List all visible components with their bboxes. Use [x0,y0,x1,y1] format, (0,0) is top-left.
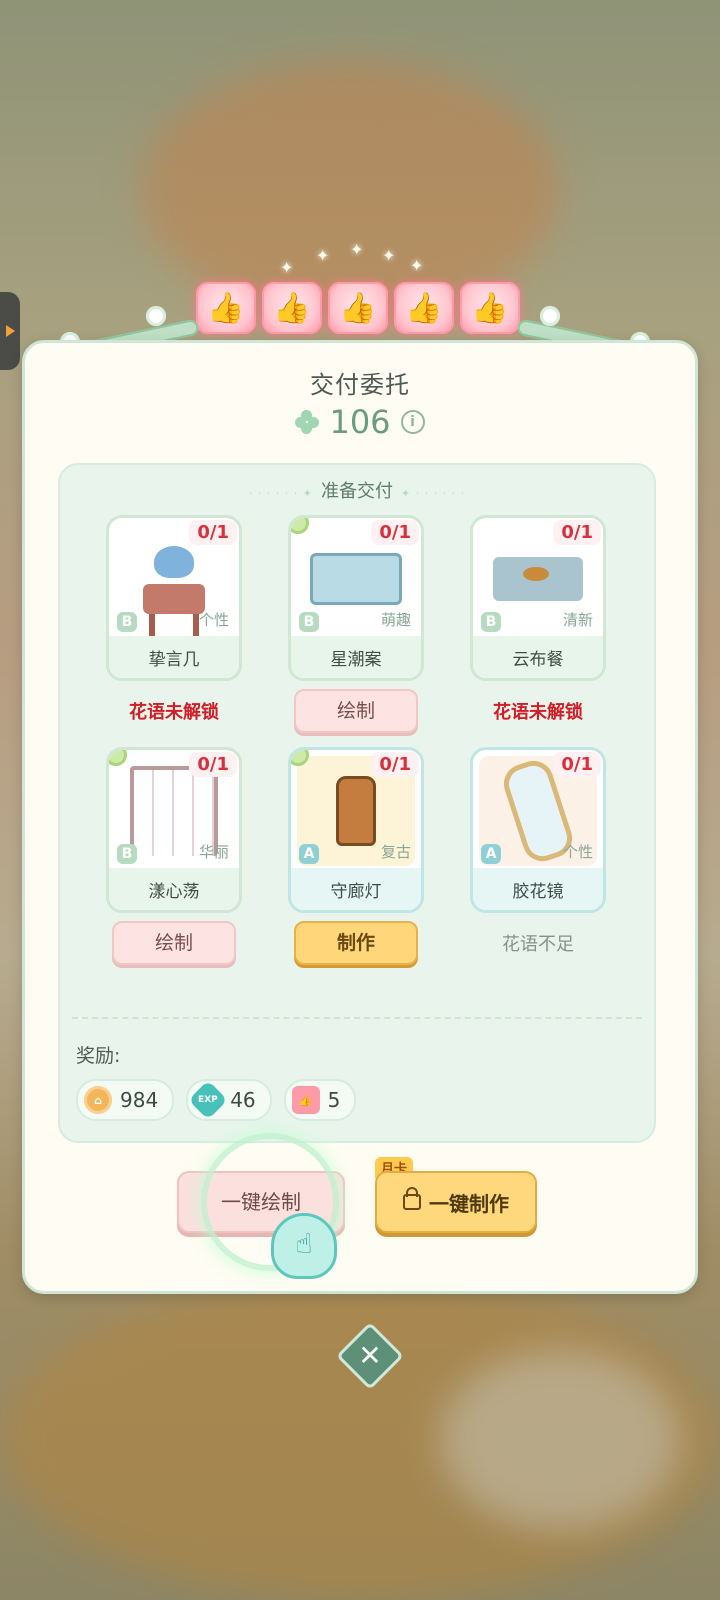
thumb-up-icon: 👍 [328,282,388,334]
score-value: 106 [329,403,391,441]
item-card[interactable]: 0/1 A 个性 胶花镜 [470,747,606,913]
thumb-up-icon: 👍 [262,282,322,334]
delivery-section: 准备交付 0/1 B 个性 挚言几 花语未解锁 0 [58,463,656,1143]
reward-exp: EXP 46 [186,1079,272,1121]
style-tag: 个性 [562,843,593,861]
reward-like: 👍 5 [283,1079,357,1121]
reward-coin: ⌂ 984 [76,1079,175,1121]
item-name: 挚言几 [148,650,200,670]
style-tag: 个性 [198,611,229,629]
item-name: 星潮案 [330,650,382,670]
thumb-up-icon: 👍 [460,282,520,334]
pointing-hand-icon: ☝ [271,1213,337,1279]
arrow-right-icon [5,325,15,337]
draw-button[interactable]: 绘制 [294,689,418,733]
item-card[interactable]: 0/1 B 萌趣 星潮案 [288,515,424,681]
lock-icon [403,1187,421,1210]
item-cell: 0/1 B 华丽 漾心荡 绘制 [106,747,242,965]
thumb-up-icon: 👍 [196,282,256,334]
item-name: 云布餐 [512,650,564,670]
style-tag: 复古 [380,843,411,861]
score-row: 106 i [25,403,695,441]
draw-button[interactable]: 绘制 [112,921,236,965]
status-locked-text: 花语未解锁 [493,702,583,723]
item-count: 0/1 [371,520,419,545]
style-tag: 萌趣 [380,611,411,629]
section-title: 准备交付 [60,477,654,503]
side-expand-tab[interactable] [0,292,20,370]
item-card[interactable]: 0/1 A 复古 守廊灯 [288,747,424,913]
item-name: 漾心荡 [148,882,200,902]
item-count: 0/1 [553,752,601,777]
reward-value: 984 [120,1088,159,1112]
background-roof [140,60,560,320]
coin-icon: ⌂ [84,1086,112,1114]
item-cell: 0/1 A 个性 胶花镜 花语不足 [470,747,606,965]
flower-icon [540,306,560,326]
grade-badge: B [481,612,501,632]
thumb-up-icon: 👍 [394,282,454,334]
like-icon: 👍 [291,1086,320,1114]
item-cell: 0/1 A 复古 守廊灯 制作 [288,747,424,965]
rating-thumbs: 👍 👍 👍 👍 👍 [196,282,520,334]
grade-badge: B [117,844,137,864]
style-tag: 华丽 [198,843,229,861]
style-tag: 清新 [562,611,593,629]
divider [72,1017,642,1019]
item-card[interactable]: 0/1 B 个性 挚言几 [106,515,242,681]
status-insufficient-text: 花语不足 [502,934,574,955]
item-cell: 0/1 B 萌趣 星潮案 绘制 [288,515,424,733]
flower-icon [146,306,166,326]
grade-badge: A [481,844,501,864]
item-count: 0/1 [371,752,419,777]
clover-icon [295,410,320,434]
reward-value: 46 [230,1088,256,1112]
item-name: 守廊灯 [330,882,382,902]
item-name: 胶花镜 [512,882,564,902]
item-count: 0/1 [189,752,237,777]
grade-badge: A [299,844,319,864]
item-count: 0/1 [189,520,237,545]
item-card[interactable]: 0/1 B 华丽 漾心荡 [106,747,242,913]
item-cell: 0/1 B 清新 云布餐 花语未解锁 [470,515,606,733]
sparkles-decoration: ✦ ✦ ✦ ✦ ✦ [280,240,424,277]
background-path [440,1350,680,1530]
info-icon[interactable]: i [400,410,425,434]
close-icon: ✕ [358,1339,382,1372]
status-locked-text: 花语未解锁 [129,702,219,723]
exp-icon: EXP [188,1080,228,1120]
reward-label: 奖励: [76,1045,121,1067]
grade-badge: B [117,612,137,632]
make-all-button[interactable]: 一键制作 [375,1171,537,1233]
item-card[interactable]: 0/1 B 清新 云布餐 [470,515,606,681]
make-all-label: 一键制作 [429,1191,509,1216]
reward-value: 5 [327,1088,341,1112]
grade-badge: B [299,612,319,632]
item-cell: 0/1 B 个性 挚言几 花语未解锁 [106,515,242,733]
dialog-title: 交付委托 [310,371,410,399]
delivery-dialog: 交付委托 106 i 准备交付 0/1 B 个性 挚言几 花语未解锁 [22,340,698,1294]
item-count: 0/1 [553,520,601,545]
make-button[interactable]: 制作 [294,921,418,965]
reward-list: ⌂ 984 EXP 46 👍 5 [76,1079,357,1121]
